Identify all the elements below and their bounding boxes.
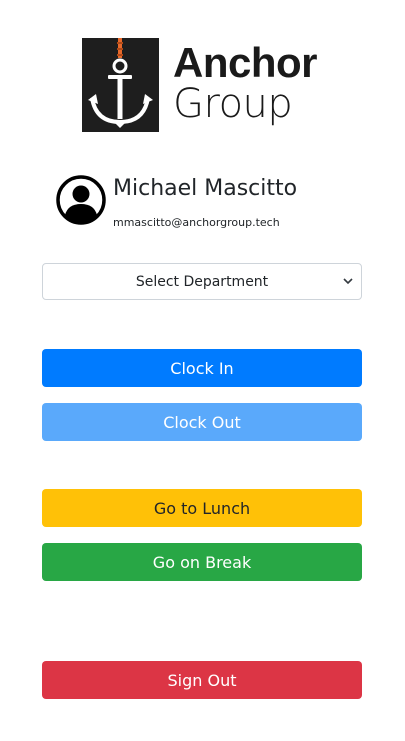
sign-out-button[interactable]: Sign Out [42,661,362,699]
clock-in-button[interactable]: Clock In [42,349,362,387]
user-email: mmascitto@anchorgroup.tech [113,216,280,229]
department-select[interactable]: Select Department [42,263,362,300]
anchor-icon [82,38,159,132]
user-circle-icon [56,175,106,225]
brand-line-1: Anchor [173,39,318,86]
anchor-group-logo: Anchor Group [82,38,342,133]
brand-line-2: Group [173,81,293,127]
user-profile: Michael Mascitto mmascitto@anchorgroup.t… [56,172,376,232]
clock-out-button[interactable]: Clock Out [42,403,362,441]
brand-name: Anchor Group [173,39,318,127]
go-on-break-button[interactable]: Go on Break [42,543,362,581]
go-to-lunch-button[interactable]: Go to Lunch [42,489,362,527]
department-select-wrapper: Select Department [42,263,362,300]
user-name: Michael Mascitto [113,176,298,201]
